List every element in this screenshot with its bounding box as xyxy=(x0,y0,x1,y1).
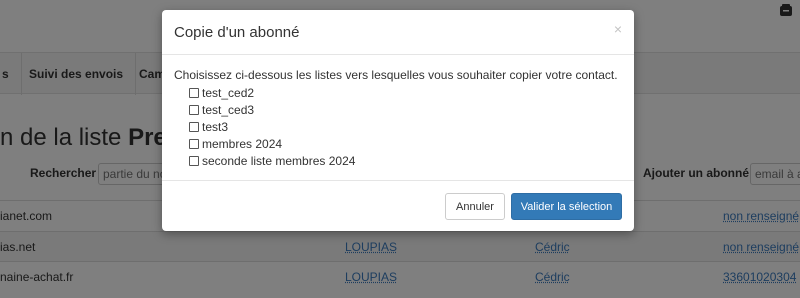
copy-subscriber-dialog: Copie d'un abonné × Choisissez ci-dessou… xyxy=(162,10,634,231)
checkbox[interactable] xyxy=(189,121,199,132)
list-item[interactable]: seconde liste membres 2024 xyxy=(189,152,355,169)
dialog-header: Copie d'un abonné × xyxy=(162,10,634,55)
checkbox[interactable] xyxy=(189,138,199,149)
list-label: test3 xyxy=(202,119,229,134)
dialog-instruction: Choisissez ci-dessous les listes vers le… xyxy=(174,68,618,82)
list-label: seconde liste membres 2024 xyxy=(202,153,356,168)
confirm-selection-button[interactable]: Valider la sélection xyxy=(511,193,622,220)
checkbox[interactable] xyxy=(189,87,199,98)
cancel-button[interactable]: Annuler xyxy=(445,193,505,220)
dialog-body: Choisissez ci-dessous les listes vers le… xyxy=(162,56,634,180)
dialog-footer: Annuler Valider la sélection xyxy=(162,180,634,231)
checkbox[interactable] xyxy=(189,104,199,115)
list-item[interactable]: test3 xyxy=(189,118,355,135)
checkbox[interactable] xyxy=(189,155,199,166)
dialog-title: Copie d'un abonné xyxy=(174,24,300,41)
list-options: test_ced2 test_ced3 test3 membres 2024 s… xyxy=(189,84,355,169)
list-label: membres 2024 xyxy=(202,136,283,151)
list-label: test_ced2 xyxy=(202,85,255,100)
list-item[interactable]: test_ced2 xyxy=(189,84,355,101)
list-label: test_ced3 xyxy=(202,102,255,117)
close-icon[interactable]: × xyxy=(614,22,622,36)
list-item[interactable]: membres 2024 xyxy=(189,135,355,152)
list-item[interactable]: test_ced3 xyxy=(189,101,355,118)
